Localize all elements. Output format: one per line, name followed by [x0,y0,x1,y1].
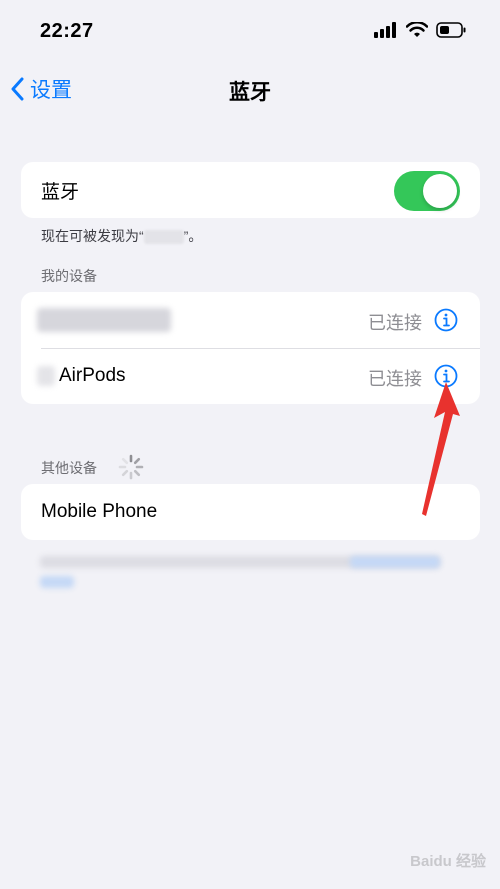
blurred-footer-link [350,556,440,568]
loading-spinner-icon [118,454,144,480]
discoverable-prefix: 现在可被发现为“ [41,228,144,244]
device-name: AirPods [59,365,126,386]
redacted-device-name [143,230,184,245]
my-devices-header: 我的设备 [41,268,97,284]
bluetooth-row: 蓝牙 [21,162,480,218]
bluetooth-toggle[interactable] [394,171,460,211]
status-bar: 22:27 [0,0,500,60]
info-icon[interactable] [434,308,458,332]
cellular-signal-icon [374,22,396,38]
status-time: 22:27 [40,20,94,42]
discoverable-suffix: ”。 [183,228,203,244]
row-divider [41,348,480,349]
device-name: Mobile Phone [41,501,158,522]
bluetooth-toggle-card: 蓝牙 [21,162,480,218]
status-icons [374,22,466,38]
navigation-bar: 设置 蓝牙 [0,68,500,112]
bluetooth-label: 蓝牙 [41,181,80,203]
device-row[interactable]: 已连接 [21,292,480,348]
baidu-watermark: Baidu 经验 [410,853,486,870]
redacted-device-name [37,308,171,332]
toggle-knob [423,174,457,208]
device-status: 已连接 [368,313,422,333]
blurred-footer-link-end [40,576,74,588]
redacted-device-prefix [37,366,55,386]
other-devices-header: 其他设备 [41,460,97,476]
battery-icon [436,22,466,38]
red-arrow-annotation [422,382,460,516]
page-title: 蓝牙 [229,81,271,104]
wifi-icon [406,22,428,37]
discoverable-note: 现在可被发现为“ ”。 [41,226,202,246]
